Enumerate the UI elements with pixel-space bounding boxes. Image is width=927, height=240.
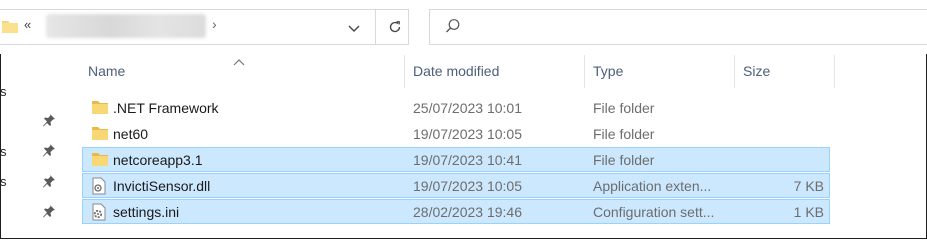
toolbar: « › <box>0 0 927 54</box>
file-row[interactable]: settings.ini 28/02/2023 19:46 Configurat… <box>82 199 830 224</box>
nav-item-fragment[interactable]: s <box>0 144 7 159</box>
column-divider[interactable] <box>584 55 585 88</box>
address-path-blurred[interactable] <box>46 14 206 38</box>
search-icon <box>445 18 461 37</box>
file-type: Configuration sett... <box>593 204 715 220</box>
column-header-name[interactable]: Name <box>88 63 125 79</box>
breadcrumb-separator[interactable]: › <box>212 16 217 32</box>
pin-icon[interactable] <box>42 113 56 127</box>
sort-ascending-icon <box>233 54 245 70</box>
file-row[interactable]: .NET Framework 25/07/2023 10:01 File fol… <box>82 95 830 120</box>
nav-item-fragment[interactable]: s <box>0 174 7 189</box>
file-size: 7 KB <box>793 178 824 194</box>
file-name: InvictiSensor.dll <box>113 178 211 194</box>
pin-icon[interactable] <box>42 143 56 157</box>
column-header-size[interactable]: Size <box>743 63 770 79</box>
column-header-date[interactable]: Date modified <box>413 63 499 79</box>
file-size: 1 KB <box>793 204 824 220</box>
pin-icon[interactable] <box>42 204 56 218</box>
file-name: netcoreapp3.1 <box>113 152 203 168</box>
file-type: File folder <box>593 152 655 168</box>
file-name: settings.ini <box>113 204 180 220</box>
search-input[interactable] <box>470 14 914 40</box>
settings-file-icon <box>91 203 107 224</box>
address-divider <box>375 9 376 45</box>
file-name: net60 <box>113 126 149 142</box>
file-date: 19/07/2023 10:41 <box>413 152 522 168</box>
folder-icon <box>91 125 109 144</box>
chevron-down-icon[interactable] <box>348 20 360 36</box>
file-date: 19/07/2023 10:05 <box>413 126 522 142</box>
file-type: File folder <box>593 100 655 116</box>
folder-icon <box>91 99 109 118</box>
folder-icon <box>91 151 109 170</box>
folder-icon <box>2 19 18 36</box>
column-divider[interactable] <box>734 55 735 88</box>
file-type: File folder <box>593 126 655 142</box>
file-row[interactable]: net60 19/07/2023 10:05 File folder <box>82 121 830 146</box>
file-row[interactable]: InvictiSensor.dll 19/07/2023 10:05 Appli… <box>82 173 830 198</box>
file-name: .NET Framework <box>113 100 219 116</box>
overflow-chevron[interactable]: « <box>24 17 31 32</box>
column-header-type[interactable]: Type <box>593 63 623 79</box>
file-date: 25/07/2023 10:01 <box>413 100 522 116</box>
refresh-icon[interactable] <box>384 16 406 38</box>
file-row[interactable]: netcoreapp3.1 19/07/2023 10:41 File fold… <box>82 147 830 172</box>
column-divider[interactable] <box>404 55 405 88</box>
dll-file-icon <box>91 177 107 198</box>
pin-icon[interactable] <box>42 174 56 188</box>
file-type: Application exten... <box>593 178 712 194</box>
file-date: 19/07/2023 10:05 <box>413 178 522 194</box>
column-divider[interactable] <box>834 55 835 88</box>
file-date: 28/02/2023 19:46 <box>413 204 522 220</box>
